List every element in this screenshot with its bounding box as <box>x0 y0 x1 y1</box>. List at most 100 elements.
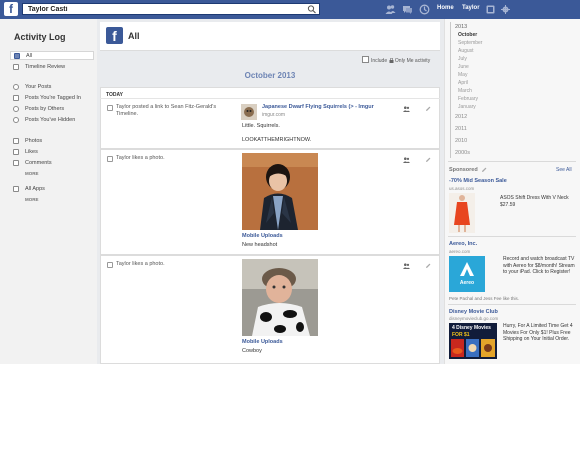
edit-pencil-icon[interactable] <box>425 106 431 112</box>
profile-link[interactable]: Taylor <box>462 5 480 11</box>
ad-dress-image[interactable] <box>449 193 475 233</box>
posts-icon <box>13 84 19 90</box>
include-only-me-toggle[interactable]: Include Only Me activity <box>362 56 430 64</box>
month-link[interactable]: September <box>458 40 482 46</box>
sidebar-item-all[interactable]: All <box>10 51 94 60</box>
sidebar-item-posts-by-others[interactable]: Posts by Others <box>10 105 94 114</box>
privacy-shortcuts-icon[interactable] <box>486 5 495 14</box>
sidebar-item-photos[interactable]: Photos <box>10 137 94 146</box>
disney-ad-price: FOR $1 <box>452 332 470 338</box>
notifications-icon[interactable] <box>419 4 430 15</box>
sidebar-item-timeline-review[interactable]: Timeline Review <box>10 63 94 72</box>
more-link[interactable]: MORE <box>25 197 39 202</box>
year-link-2013[interactable]: 2013 <box>455 24 467 30</box>
sidebar-item-label: Photos <box>25 138 43 144</box>
headshot-photo[interactable] <box>242 153 318 230</box>
friends-audience-icon[interactable] <box>403 157 410 163</box>
month-link[interactable]: July <box>458 56 467 62</box>
month-link[interactable]: October <box>458 32 477 38</box>
ad-title[interactable]: -70% Mid Season Sale <box>449 178 507 184</box>
photo-like-icon <box>107 156 113 162</box>
sidebar-item-comments[interactable]: Comments <box>10 159 94 168</box>
story-text: Taylor likes a photo. <box>116 155 165 161</box>
album-link[interactable]: Mobile Uploads <box>242 339 283 345</box>
sidebar-item-hidden[interactable]: Posts You've Hidden <box>10 116 94 125</box>
story-text: Taylor posted a link to Sean Fitz-Gerald… <box>116 104 217 117</box>
messages-icon[interactable] <box>402 4 413 15</box>
tag-icon <box>13 95 19 101</box>
link-domain: imgur.com <box>262 112 286 118</box>
post-line-1: Little. Squirrels. <box>242 123 280 129</box>
ad-url: disneymovieclub.go.com <box>449 316 499 321</box>
search-box <box>22 3 320 15</box>
sidebar-item-label: Comments <box>25 160 52 166</box>
ad-social-context: Pete Pachal and Jess Fee like this. <box>449 296 520 301</box>
search-input[interactable] <box>23 4 308 14</box>
include-suffix: Only Me activity <box>394 58 431 64</box>
sidebar-item-label: Posts You've Hidden <box>25 117 76 123</box>
others-icon <box>13 106 19 112</box>
sidebar-item-your-posts[interactable]: Your Posts <box>10 83 94 92</box>
aereo-logo[interactable]: Aereo <box>449 256 485 292</box>
post-line-2: LOOKATTHEMRIGHTNOW. <box>242 137 312 143</box>
edit-ads-icon[interactable] <box>481 167 487 173</box>
cowboy-photo[interactable] <box>242 259 318 336</box>
timeline-nav-rule <box>450 22 451 158</box>
friends-audience-icon[interactable] <box>403 263 410 269</box>
month-link[interactable]: February <box>458 96 478 102</box>
link-thumbnail[interactable] <box>241 104 257 120</box>
activity-log-title: Activity Log <box>14 32 66 42</box>
include-checkbox[interactable] <box>362 56 369 63</box>
photo-caption: New headshot <box>242 242 278 248</box>
sidebar-item-label: All <box>26 53 33 59</box>
ad-title[interactable]: Aereo, Inc. <box>449 241 477 247</box>
month-link[interactable]: April <box>458 80 468 86</box>
search-icon[interactable] <box>306 4 318 14</box>
month-link[interactable]: June <box>458 64 469 70</box>
aereo-logo-text: Aereo <box>459 280 475 286</box>
disney-ad-image[interactable]: 4 Disney Movies FOR $1 <box>449 323 497 359</box>
page-bottom-blank <box>0 364 580 470</box>
disney-ad-headline: 4 Disney Movies <box>452 325 491 331</box>
friend-requests-icon[interactable] <box>385 4 396 15</box>
review-icon <box>13 64 19 70</box>
see-all-link[interactable]: See All <box>556 167 572 173</box>
ad-text: Record and watch broadcast TV with Aereo… <box>503 256 575 275</box>
ad-url: aereo.com <box>449 249 471 254</box>
link-title[interactable]: Japanese Dwarf Flying Squirrels (> - Img… <box>262 104 382 110</box>
divider <box>448 161 576 162</box>
sidebar-item-likes[interactable]: Likes <box>10 148 94 157</box>
month-heading: October 2013 <box>244 71 296 80</box>
ad-url: us.asos.com <box>449 186 475 191</box>
month-link[interactable]: January <box>458 104 476 110</box>
album-link[interactable]: Mobile Uploads <box>242 233 283 239</box>
photo-like-icon <box>107 262 113 268</box>
more-link[interactable]: MORE <box>25 171 39 176</box>
sidebar-item-label: Timeline Review <box>25 64 66 70</box>
friends-audience-icon[interactable] <box>403 106 410 112</box>
month-link[interactable]: August <box>458 48 474 54</box>
page-title: All <box>128 31 140 41</box>
facebook-app-icon: f <box>106 27 123 44</box>
link-story-icon <box>107 105 113 111</box>
divider <box>448 304 576 305</box>
edit-pencil-icon[interactable] <box>425 157 431 163</box>
photos-icon <box>13 138 19 144</box>
sidebar-item-tagged[interactable]: Posts You're Tagged In <box>10 94 94 103</box>
divider <box>448 236 576 237</box>
month-link[interactable]: May <box>458 72 467 78</box>
month-link[interactable]: March <box>458 88 472 94</box>
day-label: TODAY <box>106 92 123 98</box>
sidebar-item-all-apps[interactable]: All Apps <box>10 185 94 194</box>
gear-icon[interactable] <box>501 5 510 14</box>
year-link[interactable]: 2011 <box>455 126 467 132</box>
year-link[interactable]: 2010 <box>455 138 467 144</box>
facebook-logo[interactable]: f <box>4 2 18 16</box>
ad-title[interactable]: Disney Movie Club <box>449 309 498 315</box>
home-link[interactable]: Home <box>437 5 454 11</box>
edit-pencil-icon[interactable] <box>425 263 431 269</box>
sidebar-item-label: Posts by Others <box>25 106 65 112</box>
hidden-icon <box>13 117 19 123</box>
year-link[interactable]: 2000s <box>455 150 470 156</box>
year-link[interactable]: 2012 <box>455 114 467 120</box>
